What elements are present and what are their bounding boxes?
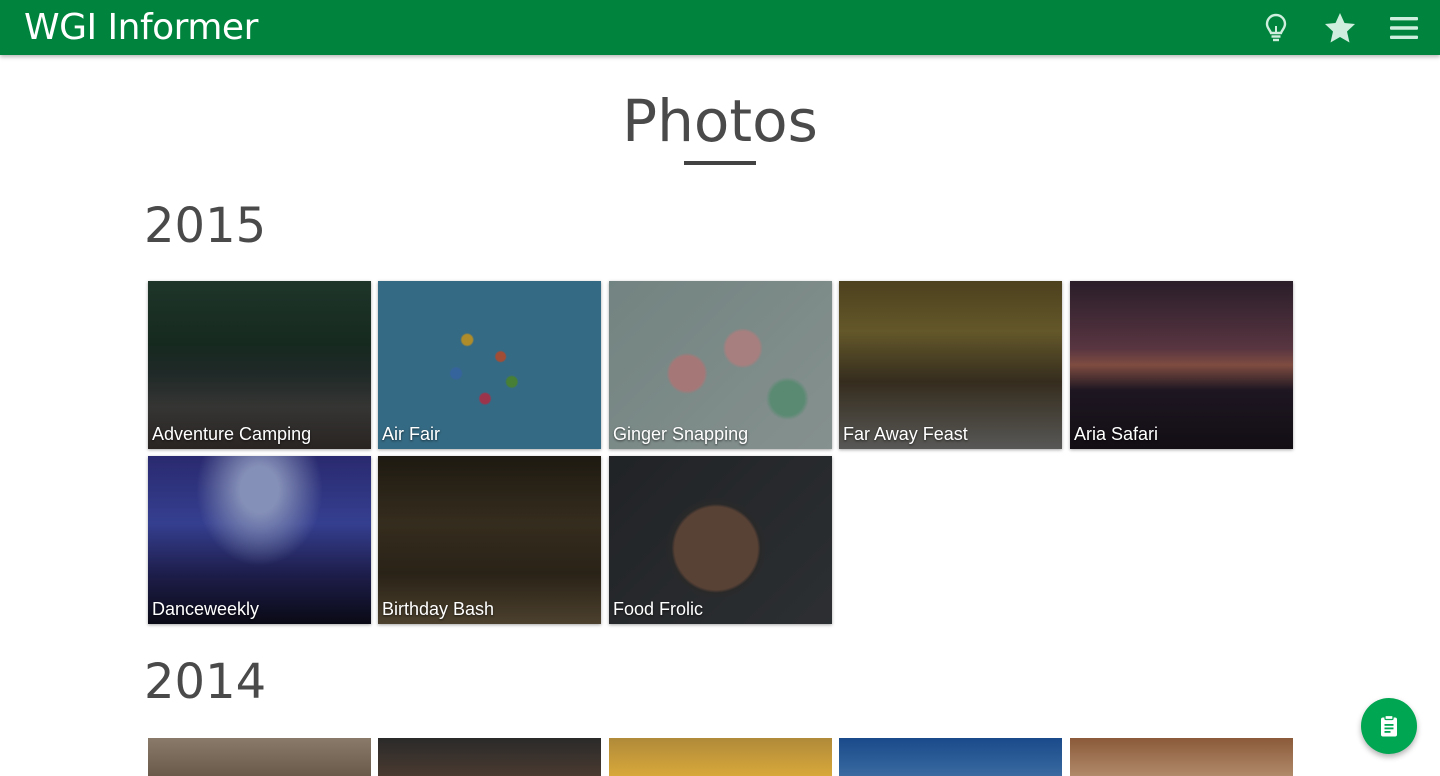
menu-icon[interactable] xyxy=(1386,10,1422,46)
album-title: Ginger Snapping xyxy=(613,424,749,444)
album-title: Adventure Camping xyxy=(152,424,312,444)
clipboard-icon xyxy=(1381,714,1397,737)
lightbulb-icon[interactable] xyxy=(1258,10,1294,46)
album-tile[interactable]: Food Frolic xyxy=(609,456,832,624)
album-title: Aria Safari xyxy=(1074,424,1159,444)
star-icon[interactable] xyxy=(1322,10,1358,46)
page-title: Photos xyxy=(622,87,818,155)
album-tile[interactable]: Danceweekly xyxy=(148,456,371,624)
album-title: Danceweekly xyxy=(152,599,260,619)
album-title: Air Fair xyxy=(382,424,440,444)
album-tile[interactable]: Far Away Feast xyxy=(839,281,1062,449)
album-tile[interactable]: Ginger Snapping xyxy=(609,281,832,449)
album-title: Far Away Feast xyxy=(843,424,968,444)
title-underline xyxy=(684,161,756,165)
feedback-button[interactable] xyxy=(1361,698,1417,754)
album-title: Food Frolic xyxy=(613,599,704,619)
app-bar: WGI Informer xyxy=(0,0,1440,55)
album-tile[interactable]: Air Fair xyxy=(378,281,601,449)
album-tile[interactable]: Aria Safari xyxy=(1070,281,1293,449)
album-tile[interactable]: Birthday Bash xyxy=(378,456,601,624)
year-heading-2015: 2015 xyxy=(144,198,267,254)
album-tile[interactable] xyxy=(148,738,371,776)
album-title: Birthday Bash xyxy=(382,599,495,619)
album-tile[interactable] xyxy=(378,738,601,776)
app-title[interactable]: WGI Informer xyxy=(24,6,258,50)
album-tile[interactable] xyxy=(609,738,832,776)
album-tile[interactable]: Adventure Camping xyxy=(148,281,371,449)
album-tile[interactable] xyxy=(1070,738,1293,776)
year-heading-2014: 2014 xyxy=(144,654,267,710)
album-tile[interactable] xyxy=(839,738,1062,776)
